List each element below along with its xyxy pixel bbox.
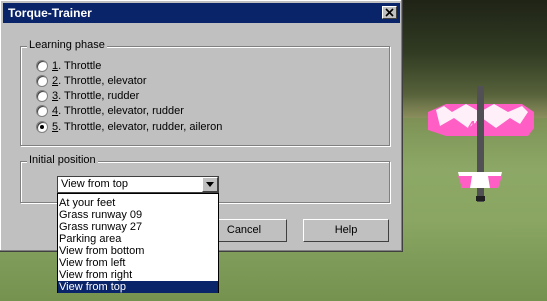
phase-option-4[interactable]: 4. Throttle, elevator, rudder (36, 104, 184, 118)
radio-button[interactable] (36, 60, 48, 72)
help-label: Help (334, 224, 358, 236)
phase-label: . Throttle, elevator, rudder (58, 105, 184, 117)
list-item[interactable]: Grass runway 27 (58, 221, 218, 233)
initial-position-label: Initial position (27, 154, 98, 166)
phase-label: . Throttle (58, 60, 102, 72)
position-dropdown-list[interactable]: At your feet Grass runway 09 Grass runwa… (57, 193, 219, 293)
radio-button[interactable] (36, 105, 48, 117)
dropdown-button[interactable] (202, 177, 218, 192)
window-title: Torque-Trainer (8, 6, 92, 20)
list-item[interactable]: Grass runway 09 (58, 209, 218, 221)
phase-label: . Throttle, elevator, rudder, aileron (58, 121, 223, 133)
learning-phase-label: Learning phase (27, 39, 107, 51)
tail-wheel (476, 196, 485, 201)
list-item-selected[interactable]: View from top (58, 281, 218, 293)
cancel-label: Cancel (226, 224, 262, 236)
phase-option-5[interactable]: 5. Throttle, elevator, rudder, aileron (36, 120, 222, 134)
selected-position: View from top (61, 178, 129, 190)
phase-option-1[interactable]: 1. Throttle (36, 59, 101, 73)
radio-button[interactable] (36, 75, 48, 87)
list-item[interactable]: View from bottom (58, 245, 218, 257)
list-item[interactable]: At your feet (58, 197, 218, 209)
close-button[interactable] (382, 6, 397, 19)
title-bar: Torque-Trainer (3, 3, 400, 23)
initial-position-select[interactable]: View from top (57, 176, 219, 193)
tail-right-tip (488, 176, 502, 188)
chevron-down-icon (206, 182, 214, 187)
list-item[interactable]: View from left (58, 257, 218, 269)
radio-button[interactable] (36, 90, 48, 102)
radio-button-selected[interactable] (36, 121, 48, 133)
list-item[interactable]: Parking area (58, 233, 218, 245)
close-icon (385, 8, 394, 17)
list-item[interactable]: View from right (58, 269, 218, 281)
help-button[interactable]: Help (303, 219, 389, 242)
tail-left-tip (458, 176, 472, 188)
phase-option-2[interactable]: 2. Throttle, elevator (36, 74, 147, 88)
phase-option-3[interactable]: 3. Throttle, rudder (36, 89, 139, 103)
phase-label: . Throttle, elevator (58, 75, 147, 87)
phase-label: . Throttle, rudder (58, 90, 140, 102)
